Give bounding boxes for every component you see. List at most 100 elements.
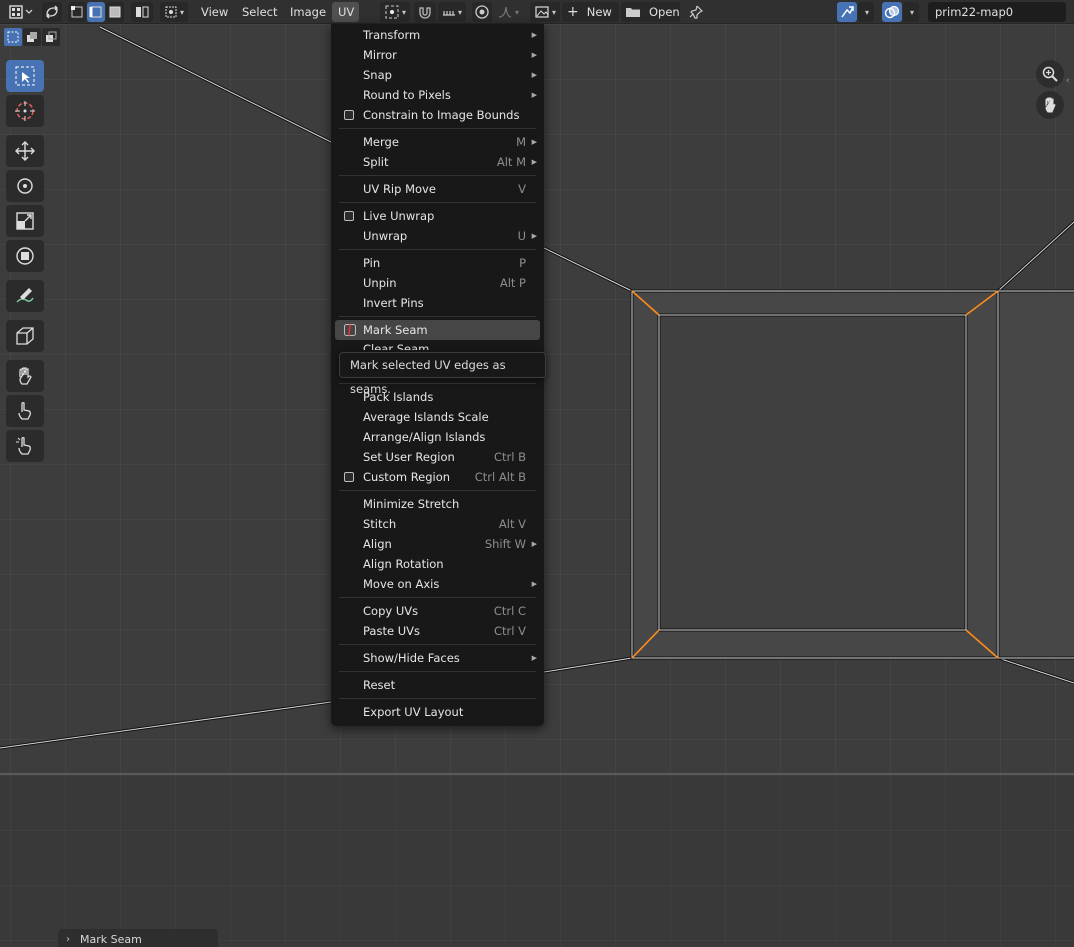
image-browse-dropdown[interactable]: ▾ (530, 2, 560, 22)
menu-separator (339, 597, 536, 598)
menu-item-custom-region[interactable]: Custom Region Ctrl Alt B (335, 467, 540, 487)
select-subtract-button[interactable] (42, 28, 60, 46)
new-image-button[interactable]: + New (562, 2, 619, 22)
tool-cursor[interactable] (6, 95, 44, 127)
sidebar-collapse-icon[interactable]: ‹ (1066, 76, 1074, 90)
menu-uv[interactable]: UV (332, 2, 359, 22)
tooltip: Mark selected UV edges as seams. (339, 352, 546, 396)
checkbox-icon (344, 110, 354, 120)
overlays-toggle[interactable] (882, 2, 902, 22)
sync-selection-button[interactable] (42, 2, 62, 22)
menu-item-export-uv-layout[interactable]: Export UV Layout (335, 702, 540, 722)
menu-item-merge[interactable]: Merge M ▶ (335, 132, 540, 152)
annotate-pen-icon (16, 288, 34, 303)
pin-icon (689, 5, 704, 19)
falloff-dropdown[interactable]: ▾ (494, 2, 522, 22)
menu-item-uv-rip-move[interactable]: UV Rip Move V (335, 179, 540, 199)
image-name-field[interactable]: prim22-map0 (928, 2, 1066, 22)
menu-item-mirror[interactable]: Mirror ▶ (335, 45, 540, 65)
menu-separator (339, 316, 536, 317)
pivot-icon (385, 5, 399, 19)
menu-item-show-hide-faces[interactable]: Show/Hide Faces ▶ (335, 648, 540, 668)
last-operator-panel[interactable]: › Mark Seam (58, 929, 218, 947)
menu-item-pin[interactable]: Pin P (335, 253, 540, 273)
tool-annotate[interactable] (6, 280, 44, 312)
menu-separator (339, 644, 536, 645)
plus-icon: + (567, 4, 579, 20)
menu-separator (339, 671, 536, 672)
last-operator-label: Mark Seam (80, 933, 142, 946)
scale-icon (16, 212, 34, 230)
menu-item-set-user-region[interactable]: Set User Region Ctrl B (335, 447, 540, 467)
overlays-dropdown[interactable]: ▾ (903, 2, 919, 22)
menu-item-arrange-align-islands[interactable]: Arrange/Align Islands (335, 427, 540, 447)
menu-item-transform[interactable]: Transform ▶ (335, 25, 540, 45)
tool-transform[interactable] (6, 240, 44, 272)
checkbox-icon (344, 472, 354, 482)
select-box-icon (7, 31, 19, 43)
chevron-right-icon: › (66, 934, 70, 945)
snap-target-dropdown[interactable]: ▾ (438, 2, 466, 22)
tool-scale[interactable] (6, 205, 44, 237)
zoom-button[interactable] (1036, 60, 1064, 88)
select-new-button[interactable] (4, 28, 22, 46)
proportional-editing-toggle[interactable] (472, 2, 492, 22)
vertex-select-button[interactable] (68, 2, 86, 22)
chevron-right-icon: ▶ (531, 540, 537, 548)
menu-item-paste-uvs[interactable]: Paste UVs Ctrl V (335, 621, 540, 641)
snap-toggle[interactable] (414, 2, 436, 22)
edge-select-button[interactable] (87, 2, 105, 22)
menu-item-constrain-to-image-bounds[interactable]: Constrain to Image Bounds (335, 105, 540, 125)
pin-image-toggle[interactable] (686, 2, 706, 22)
menu-item-average-islands-scale[interactable]: Average Islands Scale (335, 407, 540, 427)
menu-item-copy-uvs[interactable]: Copy UVs Ctrl C (335, 601, 540, 621)
menu-image[interactable]: Image (284, 2, 332, 22)
menu-view[interactable]: View (195, 2, 234, 22)
tool-move[interactable] (6, 135, 44, 167)
gizmo-toggle[interactable] (837, 2, 857, 22)
lower-editor-area[interactable] (0, 773, 1074, 947)
menu-item-clear-seam[interactable]: Clear Seam (335, 340, 540, 350)
vertex-select-icon (71, 6, 83, 18)
proportional-editing-icon (475, 5, 489, 19)
menu-item-minimize-stretch[interactable]: Minimize Stretch (335, 494, 540, 514)
tool-grab[interactable] (6, 360, 44, 392)
tool-rip-region[interactable] (6, 320, 44, 352)
pan-button[interactable] (1036, 91, 1064, 119)
tool-rotate[interactable] (6, 170, 44, 202)
header-bar: ▾ View Select Image UV ▾ ▾ ▾ ▾ + New Ope… (0, 0, 1074, 24)
menu-item-reset[interactable]: Reset (335, 675, 540, 695)
open-image-button[interactable]: Open (621, 2, 680, 22)
checkbox-icon (344, 211, 354, 221)
menu-item-live-unwrap[interactable]: Live Unwrap (335, 206, 540, 226)
face-select-button[interactable] (106, 2, 124, 22)
menu-item-snap[interactable]: Snap ▶ (335, 65, 540, 85)
chevron-right-icon: ▶ (531, 91, 537, 99)
menu-item-align[interactable]: Align Shift W ▶ (335, 534, 540, 554)
menu-item-unpin[interactable]: Unpin Alt P (335, 273, 540, 293)
menu-item-invert-pins[interactable]: Invert Pins (335, 293, 540, 313)
menu-item-split[interactable]: Split Alt M ▶ (335, 152, 540, 172)
selection-mode-row (4, 28, 60, 48)
menu-item-unwrap[interactable]: Unwrap U ▶ (335, 226, 540, 246)
menu-item-align-rotation[interactable]: Align Rotation (335, 554, 540, 574)
menu-item-move-on-axis[interactable]: Move on Axis ▶ (335, 574, 540, 594)
menu-select[interactable]: Select (236, 2, 283, 22)
tool-pinch[interactable] (6, 430, 44, 462)
gizmo-dropdown[interactable]: ▾ (858, 2, 874, 22)
tool-relax[interactable] (6, 395, 44, 427)
chevron-down-icon: ▾ (401, 7, 406, 17)
sticky-selection-dropdown[interactable]: ▾ (160, 2, 188, 22)
menu-item-mark-seam[interactable]: Mark Seam (335, 320, 540, 340)
tool-select-box[interactable] (6, 60, 44, 92)
editor-type-button[interactable] (6, 2, 36, 22)
folder-icon (626, 8, 640, 17)
rotate-icon (17, 178, 33, 194)
island-select-button[interactable] (131, 2, 153, 22)
select-extend-button[interactable] (23, 28, 41, 46)
menu-item-round-to-pixels[interactable]: Round to Pixels ▶ (335, 85, 540, 105)
cursor-box-icon (15, 66, 35, 86)
sync-arrows-icon (46, 5, 58, 19)
menu-item-stitch[interactable]: Stitch Alt V (335, 514, 540, 534)
pivot-point-dropdown[interactable]: ▾ (380, 2, 410, 22)
